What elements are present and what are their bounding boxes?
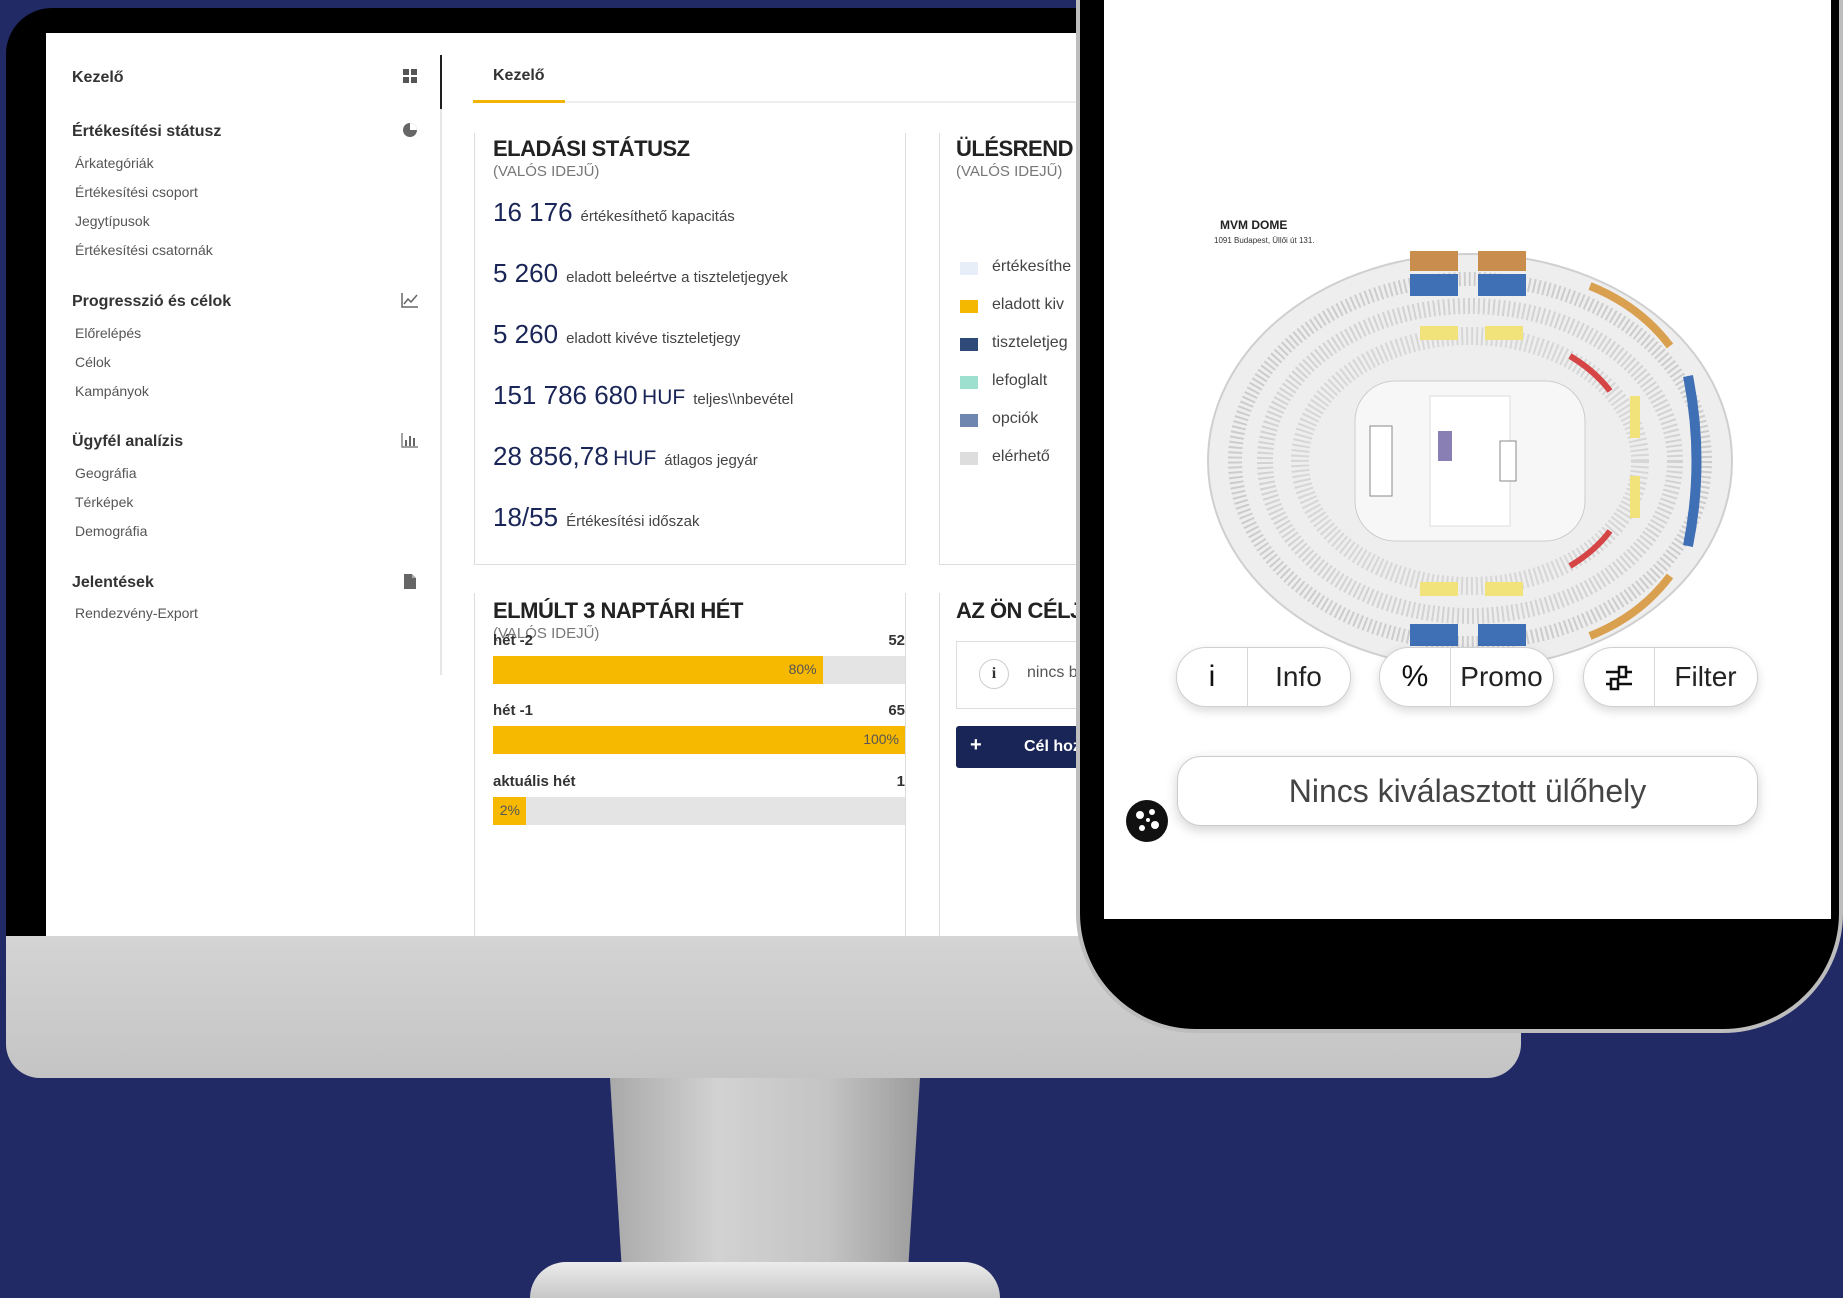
sidebar-item-sales-group[interactable]: Értékesítési csoport <box>75 184 198 200</box>
legend-reserved: lefoglalt <box>992 372 1048 389</box>
legend-complimentary: tiszteletjeg <box>992 334 1068 351</box>
sidebar-section-reports[interactable]: Jelentések <box>72 574 154 592</box>
line-chart-icon <box>401 292 419 310</box>
legend-swatch-options <box>960 414 978 427</box>
phone-screen: MVM DOME 1091 Budapest, Üllői út 131. i … <box>1104 0 1831 919</box>
week-count: 1 <box>896 773 905 790</box>
percent-icon: % <box>1380 648 1451 706</box>
sidebar-section-progress[interactable]: Progresszió és célok <box>72 293 231 311</box>
sidebar-item-ticket-types[interactable]: Jegytípusok <box>75 213 150 229</box>
arena-seat-map[interactable] <box>1200 246 1740 676</box>
week-label: aktuális hét <box>493 773 576 790</box>
week-progress-fill: 80% <box>493 656 823 684</box>
legend-swatch-sold <box>960 300 978 313</box>
week-progress-bar: 80% <box>493 656 905 684</box>
legend-swatch-sellable <box>960 262 978 275</box>
promo-button[interactable]: % Promo <box>1379 647 1554 707</box>
venue-address: 1091 Budapest, Üllői út 131. <box>1214 236 1315 245</box>
seating-title: ÜLÉSREND A <box>956 136 1094 161</box>
sidebar-section-customer-analysis[interactable]: Ügyfél analízis <box>72 433 183 451</box>
sidebar-divider-accent <box>440 55 442 109</box>
seating-subtitle: (VALÓS IDEJŰ) <box>956 163 1063 180</box>
tab-underline <box>473 101 1106 103</box>
week-label: hét -2 <box>493 632 534 649</box>
info-icon: i <box>1177 648 1248 706</box>
monitor-stand <box>610 1078 920 1278</box>
sidebar: Kezelő Értékesítési státusz Árkategóriák… <box>46 33 440 653</box>
legend-sold: eladott kiv <box>992 296 1065 313</box>
stat-sold-excl-complimentary: 5 260 eladott kivéve tiszteletjegy <box>493 319 741 349</box>
legend-sellable: értékesíthe <box>992 258 1072 275</box>
stat-capacity: 16 176 értékesíthető kapacitás <box>493 197 735 227</box>
plus-icon: + <box>970 734 982 756</box>
week-progress-fill: 100% <box>493 726 905 754</box>
info-button-label: Info <box>1275 661 1322 692</box>
legend-swatch-available <box>960 452 978 465</box>
sidebar-item-sales-channels[interactable]: Értékesítési csatornák <box>75 242 213 258</box>
sidebar-section-sales-status[interactable]: Értékesítési státusz <box>72 123 221 141</box>
info-button[interactable]: i Info <box>1176 647 1351 707</box>
stat-sales-period: 18/55 Értékesítési időszak <box>493 502 700 532</box>
legend-available: elérhető <box>992 448 1050 465</box>
pie-chart-icon <box>401 122 419 140</box>
week-progress-percent: 2% <box>499 802 520 818</box>
week-label: hét -1 <box>493 702 534 719</box>
info-icon: i <box>979 659 1009 689</box>
cookie-icon[interactable] <box>1126 800 1168 842</box>
legend-swatch-reserved <box>960 376 978 389</box>
phone-frame: MVM DOME 1091 Budapest, Üllői út 131. i … <box>1076 0 1843 1033</box>
legend-swatch-complimentary <box>960 338 978 351</box>
week-count: 65 <box>888 702 905 719</box>
week-progress-percent: 80% <box>788 661 817 677</box>
goals-title: AZ ÖN CÉLJ <box>956 598 1082 623</box>
sidebar-item-price-categories[interactable]: Árkategóriák <box>75 155 154 171</box>
goals-info-text: nincs b <box>1027 664 1078 681</box>
stat-total-revenue: 151 786 680 HUF teljes\\nbevétel <box>493 380 794 410</box>
sidebar-title[interactable]: Kezelő <box>72 69 124 87</box>
dashboard-screen: Kezelő Értékesítési státusz Árkategóriák… <box>46 33 1106 936</box>
sidebar-item-event-export[interactable]: Rendezvény-Export <box>75 605 198 621</box>
document-icon <box>401 573 419 591</box>
sidebar-item-campaigns[interactable]: Kampányok <box>75 383 149 399</box>
week-progress-fill: 2% <box>493 797 526 825</box>
sidebar-item-demography[interactable]: Demográfia <box>75 523 147 539</box>
tab-active-indicator <box>473 100 565 103</box>
add-goal-label: Cél hoz <box>1024 738 1081 755</box>
legend-options: opciók <box>992 410 1039 427</box>
monitor-stand-base <box>530 1262 1000 1298</box>
week-progress-bar: 100% <box>493 726 905 754</box>
tab-dashboard[interactable]: Kezelő <box>493 67 545 85</box>
promo-button-label: Promo <box>1460 661 1543 692</box>
sales-status-title: ELADÁSI STÁTUSZ <box>493 136 690 161</box>
sidebar-item-goals[interactable]: Célok <box>75 354 111 370</box>
week-progress-bar: 2% <box>493 797 905 825</box>
selected-seat-status[interactable]: Nincs kiválasztott ülőhely <box>1177 756 1758 826</box>
sidebar-item-geography[interactable]: Geográfia <box>75 465 136 481</box>
sidebar-divider <box>440 55 442 675</box>
weeks-title: ELMÚLT 3 NAPTÁRI HÉT <box>493 598 743 623</box>
filter-button[interactable]: Filter <box>1583 647 1758 707</box>
week-progress-percent: 100% <box>863 731 899 747</box>
stat-sold-incl-complimentary: 5 260 eladott beleértve a tiszteletjegyek <box>493 258 788 288</box>
bar-chart-icon <box>401 432 419 450</box>
week-count: 52 <box>888 632 905 649</box>
sidebar-item-maps[interactable]: Térképek <box>75 494 133 510</box>
sales-status-subtitle: (VALÓS IDEJŰ) <box>493 163 600 180</box>
sidebar-item-progress[interactable]: Előrelépés <box>75 325 141 341</box>
weeks-panel <box>474 593 906 936</box>
dashboard-grid-icon[interactable] <box>401 68 419 86</box>
stat-average-price: 28 856,78 HUF átlagos jegyár <box>493 441 758 471</box>
sliders-icon <box>1584 648 1655 706</box>
venue-name: MVM DOME <box>1220 218 1288 232</box>
filter-button-label: Filter <box>1674 661 1737 692</box>
